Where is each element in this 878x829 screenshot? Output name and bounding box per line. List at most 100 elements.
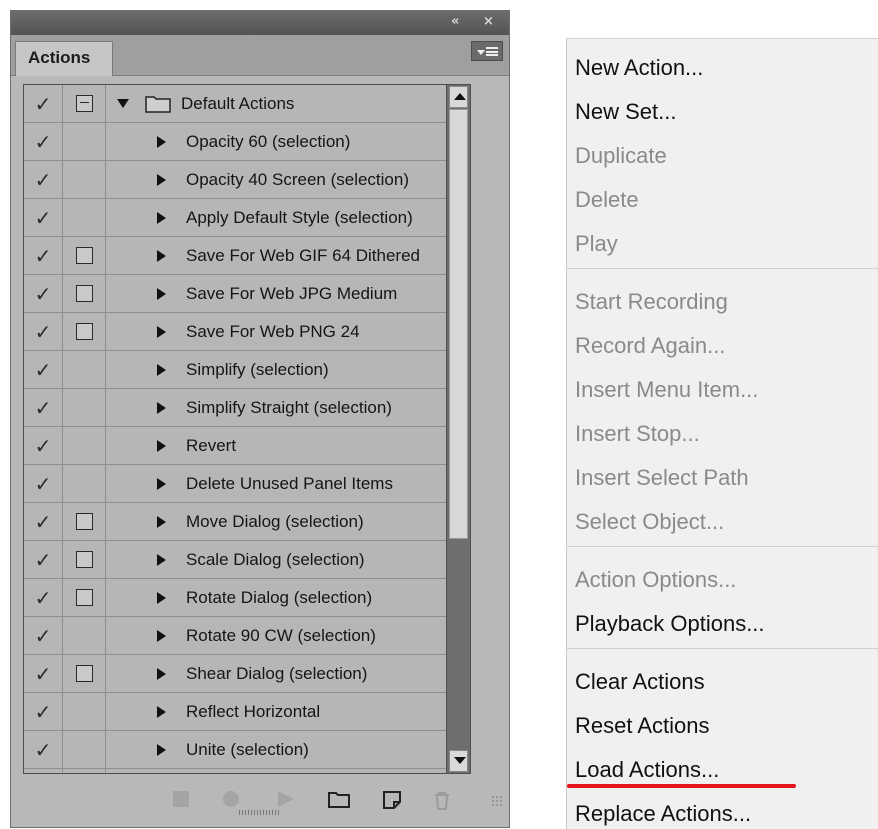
expand-right-arrow-icon[interactable] xyxy=(157,515,166,528)
new-set-folder-icon[interactable] xyxy=(327,789,351,809)
action-row[interactable]: ✓ Rotate 90 CW (selection) xyxy=(24,617,470,655)
menu-item-replace-actions[interactable]: Replace Actions... xyxy=(575,801,751,827)
toggle-dialog-cell[interactable] xyxy=(63,275,106,312)
expand-right-arrow-icon[interactable] xyxy=(157,211,166,224)
action-row[interactable]: ✓ Simplify Straight (selection) xyxy=(24,389,470,427)
toggle-dialog-cell[interactable] xyxy=(63,237,106,274)
menu-item-duplicate[interactable]: Duplicate xyxy=(575,143,667,169)
toggle-dialog-cell[interactable] xyxy=(63,161,106,198)
record-icon[interactable] xyxy=(221,789,241,809)
action-row[interactable]: ✓ Move Dialog (selection) xyxy=(24,503,470,541)
action-row[interactable]: ✓ Save For Web JPG Medium xyxy=(24,275,470,313)
toggle-item-check-icon[interactable]: ✓ xyxy=(24,579,63,616)
toggle-item-check-icon[interactable]: ✓ xyxy=(24,199,63,236)
expand-right-arrow-icon[interactable] xyxy=(157,591,166,604)
menu-item-playback-options[interactable]: Playback Options... xyxy=(575,611,765,637)
expand-right-arrow-icon[interactable] xyxy=(157,325,166,338)
action-row[interactable]: ✓ Apply Default Style (selection) xyxy=(24,199,470,237)
toggle-item-check-icon[interactable]: ✓ xyxy=(24,351,63,388)
toggle-dialog-cell[interactable] xyxy=(63,351,106,388)
toggle-item-check-icon[interactable]: ✓ xyxy=(24,617,63,654)
toggle-item-check-icon[interactable]: ✓ xyxy=(24,731,63,768)
action-row[interactable]: ✓ Opacity 40 Screen (selection) xyxy=(24,161,470,199)
expand-right-arrow-icon[interactable] xyxy=(157,705,166,718)
play-icon[interactable] xyxy=(275,789,297,809)
trash-icon[interactable] xyxy=(431,789,453,811)
toggle-item-check-icon[interactable]: ✓ xyxy=(24,389,63,426)
toggle-dialog-cell[interactable] xyxy=(63,617,106,654)
action-row[interactable]: ✓ Revert xyxy=(24,427,470,465)
menu-item-action-options[interactable]: Action Options... xyxy=(575,567,736,593)
menu-item-new-action[interactable]: New Action... xyxy=(575,55,703,81)
expand-right-arrow-icon[interactable] xyxy=(157,553,166,566)
panel-menu-button[interactable] xyxy=(471,41,503,61)
expand-right-arrow-icon[interactable] xyxy=(157,249,166,262)
expand-right-arrow-icon[interactable] xyxy=(157,173,166,186)
toggle-item-check-icon[interactable]: ✓ xyxy=(24,237,63,274)
toggle-dialog-cell[interactable] xyxy=(63,769,106,773)
expand-right-arrow-icon[interactable] xyxy=(157,135,166,148)
expand-right-arrow-icon[interactable] xyxy=(157,287,166,300)
menu-item-play[interactable]: Play xyxy=(575,231,618,257)
action-row[interactable]: ✓ Delete Unused Panel Items xyxy=(24,465,470,503)
expand-right-arrow-icon[interactable] xyxy=(157,363,166,376)
action-row[interactable]: ✓ Simplify (selection) xyxy=(24,351,470,389)
expand-right-arrow-icon[interactable] xyxy=(157,667,166,680)
menu-item-insert-menu-item[interactable]: Insert Menu Item... xyxy=(575,377,758,403)
panel-resize-handle[interactable] xyxy=(239,810,279,815)
scroll-down-arrow-icon[interactable] xyxy=(449,750,468,772)
action-row[interactable]: ✓ Save For Web PNG 24 xyxy=(24,313,470,351)
vertical-scrollbar[interactable] xyxy=(446,85,470,773)
toggle-item-check-icon[interactable]: ✓ xyxy=(24,465,63,502)
action-row[interactable]: ✓ Opacity 60 (selection) xyxy=(24,123,470,161)
toggle-dialog-cell[interactable] xyxy=(63,579,106,616)
close-panel-icon[interactable]: × xyxy=(483,14,494,29)
toggle-dialog-cell[interactable] xyxy=(63,655,106,692)
stop-icon[interactable] xyxy=(171,789,191,809)
toggle-dialog-cell[interactable] xyxy=(63,731,106,768)
expand-right-arrow-icon[interactable] xyxy=(157,629,166,642)
collapse-panel-icon[interactable]: « xyxy=(451,14,459,29)
action-row[interactable]: ✓ Unite (selection) xyxy=(24,731,470,769)
toggle-item-check-icon[interactable]: ✓ xyxy=(24,161,63,198)
toggle-dialog-cell[interactable] xyxy=(63,541,106,578)
scroll-thumb[interactable] xyxy=(449,109,468,539)
action-row[interactable]: ✓ Reflect Horizontal xyxy=(24,693,470,731)
toggle-item-check-icon[interactable]: ✓ xyxy=(24,427,63,464)
expand-right-arrow-icon[interactable] xyxy=(157,401,166,414)
scroll-up-arrow-icon[interactable] xyxy=(449,86,468,108)
menu-item-select-object[interactable]: Select Object... xyxy=(575,509,724,535)
new-action-icon[interactable] xyxy=(381,789,403,811)
toggle-item-check-icon[interactable]: ✓ xyxy=(24,655,63,692)
toggle-item-check-icon[interactable]: ✓ xyxy=(24,85,63,122)
expand-right-arrow-icon[interactable] xyxy=(157,477,166,490)
action-row[interactable]: ✓ Scale Dialog (selection) xyxy=(24,541,470,579)
toggle-dialog-cell[interactable] xyxy=(63,427,106,464)
toggle-item-check-icon[interactable]: ✓ xyxy=(24,503,63,540)
tab-actions[interactable]: Actions xyxy=(15,41,113,76)
toggle-dialog-cell[interactable] xyxy=(63,389,106,426)
menu-item-new-set[interactable]: New Set... xyxy=(575,99,676,125)
toggle-dialog-cell[interactable] xyxy=(63,465,106,502)
toggle-dialog-cell[interactable] xyxy=(63,313,106,350)
menu-item-reset-actions[interactable]: Reset Actions xyxy=(575,713,710,739)
resize-grip-icon[interactable] xyxy=(491,795,503,807)
toggle-item-check-icon[interactable]: ✓ xyxy=(24,123,63,160)
expand-right-arrow-icon[interactable] xyxy=(157,439,166,452)
toggle-dialog-cell[interactable] xyxy=(63,199,106,236)
action-row[interactable]: ✓ xyxy=(24,769,470,773)
toggle-item-check-icon[interactable]: ✓ xyxy=(24,693,63,730)
toggle-dialog-cell[interactable] xyxy=(63,123,106,160)
action-row[interactable]: ✓ Shear Dialog (selection) xyxy=(24,655,470,693)
menu-item-start-recording[interactable]: Start Recording xyxy=(575,289,728,315)
menu-item-insert-select-path[interactable]: Insert Select Path xyxy=(575,465,749,491)
menu-item-load-actions[interactable]: Load Actions... xyxy=(575,757,719,783)
action-row[interactable]: ✓ Rotate Dialog (selection) xyxy=(24,579,470,617)
toggle-item-check-icon[interactable]: ✓ xyxy=(24,313,63,350)
action-set-row[interactable]: ✓ Default Actions xyxy=(24,85,470,123)
toggle-dialog-cell[interactable] xyxy=(63,693,106,730)
toggle-item-check-icon[interactable]: ✓ xyxy=(24,275,63,312)
toggle-item-check-icon[interactable]: ✓ xyxy=(24,541,63,578)
menu-item-record-again[interactable]: Record Again... xyxy=(575,333,725,359)
toggle-dialog-cell[interactable] xyxy=(63,503,106,540)
